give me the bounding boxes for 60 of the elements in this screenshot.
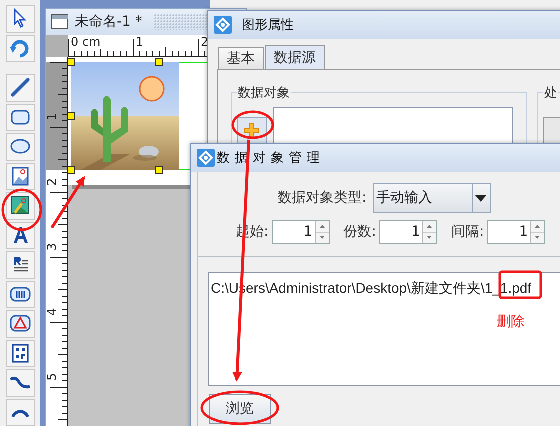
ruler-label: 2 (46, 178, 58, 186)
field-label: 间隔: (451, 223, 484, 241)
spin-up-button[interactable] (423, 221, 436, 232)
annotation-circle (2, 188, 42, 232)
ruler-label: 4 (46, 308, 58, 316)
tool-button[interactable] (6, 340, 34, 367)
dialog-title: 图形属性 (242, 17, 294, 34)
image-edit-icon (8, 194, 32, 218)
annotation-circle (232, 110, 274, 140)
tool-button[interactable] (6, 104, 34, 131)
spin-box[interactable]: 1 (379, 220, 438, 244)
annotation-text: 删除 (497, 313, 525, 331)
ruler-label: 1 (46, 113, 58, 121)
window-icon (51, 14, 69, 30)
window-title: 未命名-1 * (75, 13, 142, 31)
spin-box[interactable]: 1 (272, 220, 330, 244)
ruler-label: 0 cm (70, 35, 102, 49)
spin-up-button[interactable] (531, 221, 544, 232)
spin-up-button[interactable] (316, 221, 329, 232)
spin-down-button[interactable] (316, 232, 329, 243)
spin-down-button[interactable] (423, 232, 436, 243)
tool-button[interactable] (6, 369, 34, 396)
up-arrow-icon (535, 224, 540, 228)
app-icon (214, 16, 232, 34)
down-arrow-icon (320, 236, 325, 240)
resize-handle[interactable] (155, 166, 163, 174)
ruler-corner (46, 35, 68, 57)
tool-button[interactable] (6, 5, 34, 32)
tool-button[interactable] (6, 251, 34, 278)
field-label: 份数: (344, 223, 376, 241)
spin-down-button[interactable] (531, 232, 544, 243)
spin-box[interactable]: 1 (487, 220, 546, 244)
line-icon (8, 76, 32, 100)
tool-button[interactable] (6, 162, 34, 190)
tool-button[interactable] (6, 74, 34, 102)
tab[interactable]: 数据源 (265, 45, 325, 69)
resize-handle[interactable] (68, 112, 75, 120)
up-arrow-icon (320, 224, 325, 228)
resize-handle[interactable] (155, 58, 163, 66)
tool-button[interactable] (6, 34, 34, 62)
tool-button[interactable] (6, 192, 34, 220)
tab[interactable]: 基本 (218, 47, 264, 69)
type-dropdown[interactable]: 手动输入 (372, 183, 491, 213)
tool-button[interactable] (6, 133, 34, 160)
caret-icon (475, 194, 488, 202)
resize-handle[interactable] (68, 166, 75, 174)
up-arrow-icon (427, 224, 432, 228)
down-arrow-icon (427, 236, 432, 240)
resize-handle[interactable] (68, 58, 75, 66)
down-arrow-icon (535, 236, 540, 240)
tool-button[interactable] (6, 398, 34, 426)
app-icon (197, 149, 215, 167)
ruler-label: 1 (135, 35, 145, 49)
field-label: 数据对象类型: (278, 189, 367, 207)
ruler-label: 3 (46, 243, 58, 251)
group-label: 数据对象 (237, 84, 291, 102)
tool-button[interactable] (6, 280, 34, 308)
ruler-label: 5 (46, 373, 58, 381)
tool-button[interactable] (6, 310, 34, 338)
plus-icon (244, 123, 260, 139)
